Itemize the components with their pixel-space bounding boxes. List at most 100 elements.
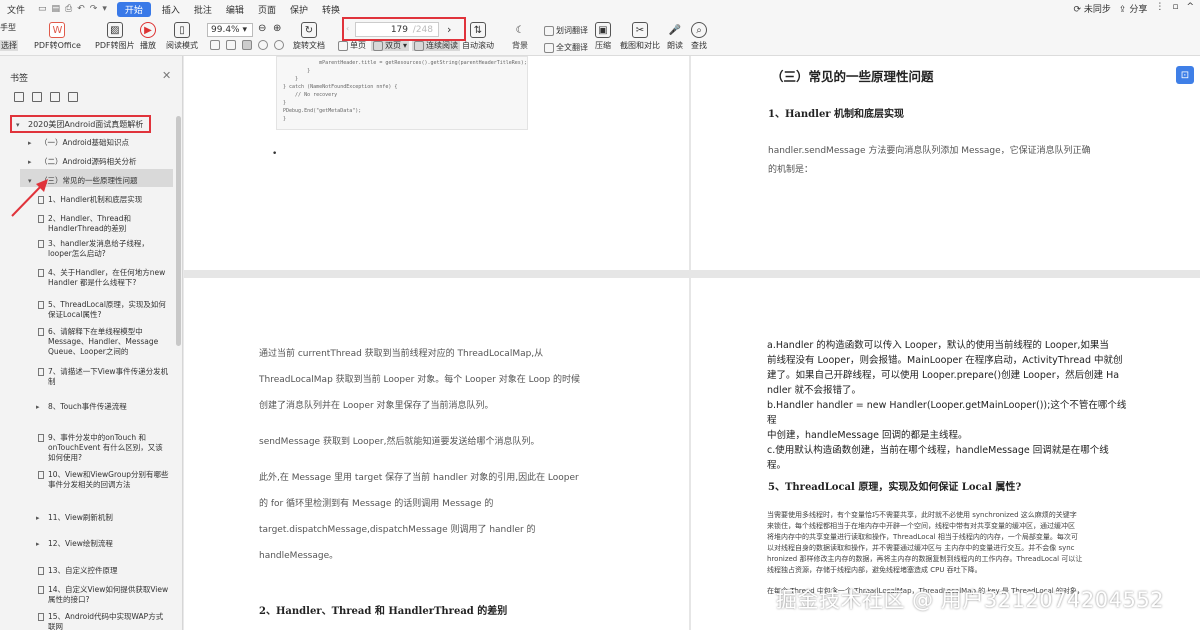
double-page-button[interactable]: 双页 ▾ xyxy=(371,40,410,51)
menu-convert[interactable]: 转换 xyxy=(315,3,347,16)
menu-start[interactable]: 开始 xyxy=(116,1,151,17)
translate-words-button[interactable]: 划词翻译 xyxy=(544,25,588,36)
bookmark-label: 15、Android代码中实现WAP方式联网 xyxy=(48,612,164,630)
para-line: 程。 xyxy=(767,460,787,471)
sidebar-bookmark-item[interactable]: ▸ （二）Android源码相关分析 xyxy=(28,157,170,167)
print-icon[interactable]: ⎙ xyxy=(65,4,72,14)
auto-scroll-button[interactable]: ⇅ 自动滚动 xyxy=(462,22,494,51)
dropdown-icon[interactable]: ▾ xyxy=(102,4,107,14)
para-line: 线程独占资源，存储于线程内部，避免线程堵塞造成 CPU 吞吐下降。 xyxy=(767,566,982,574)
sidebar-bookmark-item[interactable]: 10、View和ViewGroup分别有哪些事件分发相关的回调方法 xyxy=(38,470,170,490)
bookmark-icon[interactable] xyxy=(68,92,78,102)
zoom-out-icon[interactable]: ⊕ xyxy=(273,23,281,34)
subsection-heading: 2、Handler、Thread 和 HandlerThread 的差别 xyxy=(259,606,508,617)
rotate-doc-button[interactable]: ↻ 旋转文档 xyxy=(293,22,325,51)
sidebar-scrollbar[interactable] xyxy=(176,116,181,346)
menu-file[interactable]: 文件 xyxy=(0,3,32,16)
sidebar-bookmark-item[interactable]: 14、自定义View如何提供获取View属性的接口? xyxy=(38,585,170,605)
para-line: ndler 就不会报错了。 xyxy=(767,385,861,396)
share-button[interactable]: ⇪ 分享 xyxy=(1119,2,1147,15)
sidebar-bookmark-item[interactable]: 5、ThreadLocal原理，实现及如何保证Local属性? xyxy=(38,300,170,320)
floating-tool-icon[interactable]: ⊡ xyxy=(1176,66,1194,84)
continuous-read-button[interactable]: 连续阅读 xyxy=(412,40,460,51)
save-icon[interactable]: ▤ xyxy=(52,4,61,14)
select-tool[interactable]: 选择 xyxy=(0,40,18,51)
sidebar-bookmark-item[interactable]: 9、事件分发中的onTouch 和onTouchEvent 有什么区别，又该如何… xyxy=(38,433,170,463)
expand-arrow-icon[interactable]: ▸ xyxy=(28,138,32,148)
expand-all-icon[interactable] xyxy=(14,92,24,102)
section-heading: （三）常见的一些原理性问题 xyxy=(771,69,934,84)
hand-tool[interactable]: 手型 xyxy=(0,22,16,33)
compress-button[interactable]: ▣ 压缩 xyxy=(595,22,611,51)
single-page-button[interactable]: 单页 xyxy=(338,40,366,51)
sidebar-bookmark-item[interactable]: 1、Handler机制和底层实现 xyxy=(38,195,170,205)
sidebar-bookmark-item[interactable]: 3、handler发消息给子线程，looper怎么启动? xyxy=(38,239,170,259)
menu-insert[interactable]: 插入 xyxy=(155,3,187,16)
collapse-all-icon[interactable] xyxy=(32,92,42,102)
book-icon: ▯ xyxy=(174,22,190,38)
sidebar-bookmark-item[interactable]: 13、自定义控件原理 xyxy=(38,566,170,576)
add-bookmark-icon[interactable] xyxy=(50,92,60,102)
expand-arrow-icon[interactable]: ▸ xyxy=(36,513,40,523)
background-button[interactable]: ☾ 背景 xyxy=(512,22,528,51)
menu-edit[interactable]: 编辑 xyxy=(219,3,251,16)
rotate-right-icon[interactable] xyxy=(274,40,284,50)
read-aloud-button[interactable]: 🎤 朗读 xyxy=(667,22,683,51)
full-translate-button[interactable]: 全文翻译 xyxy=(544,42,588,53)
open-icon[interactable]: ▭ xyxy=(38,4,47,14)
code-line: } xyxy=(283,116,287,122)
sidebar-bookmark-item[interactable]: ▸ 12、View绘制流程 xyxy=(36,539,170,549)
sidebar-bookmark-item[interactable]: 15、Android代码中实现WAP方式联网 xyxy=(38,612,170,630)
pdf-to-image-button[interactable]: ▨ PDF转图片 xyxy=(95,22,135,51)
read-aloud-label: 朗读 xyxy=(667,41,683,50)
collapse-icon[interactable]: ^ xyxy=(1186,2,1194,15)
compress-icon: ▣ xyxy=(595,22,611,38)
page-nav-highlight xyxy=(342,17,466,41)
fit-width-icon[interactable] xyxy=(226,40,236,50)
sidebar-bookmark-item[interactable]: 7、请描述一下View事件传递分发机制 xyxy=(38,367,170,387)
search-label: 查找 xyxy=(691,41,707,50)
undo-icon[interactable]: ↶ xyxy=(77,4,85,14)
rotate-left-icon[interactable] xyxy=(258,40,268,50)
document-view[interactable]: mParentHeader.title = getResources().get… xyxy=(184,56,1200,630)
play-button[interactable]: ▶ 播放 xyxy=(140,22,156,51)
background-label: 背景 xyxy=(512,41,528,50)
expand-arrow-icon[interactable]: ▸ xyxy=(36,402,40,412)
menu-page[interactable]: 页面 xyxy=(251,3,283,16)
continuous-label: 连续阅读 xyxy=(426,41,458,50)
menu-protect[interactable]: 保护 xyxy=(283,3,315,16)
root-bookmark-highlight xyxy=(10,115,151,133)
pdf-to-office-button[interactable]: W PDF转Office xyxy=(34,22,81,51)
read-mode-button[interactable]: ▯ 阅读模式 xyxy=(166,22,198,51)
sync-status[interactable]: ⟳ 未同步 xyxy=(1074,2,1111,15)
sidebar-bookmark-item[interactable]: 6、请解释下在单线程模型中Message、Handler、Message Que… xyxy=(38,327,170,357)
bullet: • xyxy=(272,149,278,159)
read-mode-label: 阅读模式 xyxy=(166,41,198,50)
sidebar-bookmark-item[interactable]: ▸ 11、View刷新机制 xyxy=(36,513,170,523)
menu-comment[interactable]: 批注 xyxy=(187,3,219,16)
para-line: 通过当前 currentThread 获取到当前线程对应的 ThreadLoca… xyxy=(259,349,544,359)
moon-icon: ☾ xyxy=(515,24,525,36)
auto-scroll-icon: ⇅ xyxy=(470,22,486,38)
zoom-select[interactable]: 99.4% ▾ xyxy=(207,23,253,37)
close-icon[interactable]: ✕ xyxy=(162,69,171,82)
view-icons xyxy=(210,40,284,50)
sidebar-bookmark-item[interactable]: ▸ 8、Touch事件传递流程 xyxy=(36,402,170,412)
para-line: 创建了消息队列并在 Looper 对象里保存了当前消息队列。 xyxy=(259,401,494,411)
expand-arrow-icon[interactable]: ▸ xyxy=(36,539,40,549)
sidebar-bookmark-item[interactable]: 4、关于Handler，在任何地方new Handler 都是什么线程下? xyxy=(38,268,170,288)
sidebar-bookmark-item[interactable]: ▸ （一）Android基础知识点 xyxy=(28,138,170,148)
fit-page-icon[interactable] xyxy=(210,40,220,50)
search-button[interactable]: ⌕ 查找 xyxy=(691,22,707,51)
expand-arrow-icon[interactable]: ▾ xyxy=(28,176,32,186)
expand-arrow-icon[interactable]: ▸ xyxy=(28,157,32,167)
redo-icon[interactable]: ↷ xyxy=(90,4,98,14)
screenshot-compare-button[interactable]: ✂ 截图和对比 xyxy=(620,22,660,51)
more-icon[interactable]: ⋮ xyxy=(1155,2,1164,15)
sidebar-bookmark-item[interactable]: ▾ （三）常见的一些原理性问题 xyxy=(28,176,170,186)
actual-size-icon[interactable] xyxy=(242,40,252,50)
minimize-icon[interactable]: ▫ xyxy=(1172,2,1178,15)
zoom-in-icon[interactable]: ⊖ xyxy=(258,23,266,34)
sidebar-bookmark-item[interactable]: 2、Handler、Thread和HandlerThread的差别 xyxy=(38,214,170,234)
sync-label: 未同步 xyxy=(1083,5,1111,15)
